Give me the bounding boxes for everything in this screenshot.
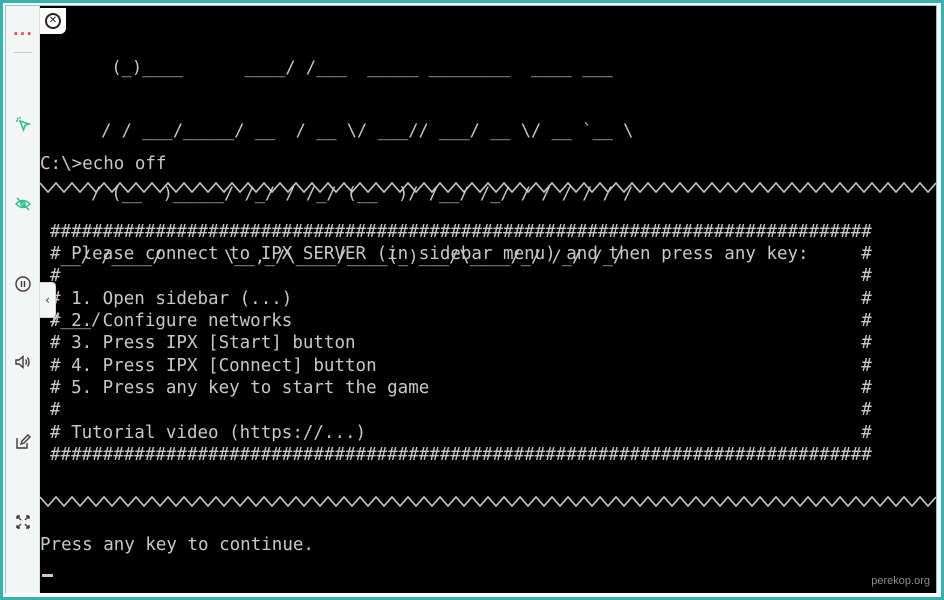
box-line: # 1. Open sidebar (...) #: [50, 289, 872, 309]
box-line: # Tutorial video (https://...) #: [50, 423, 872, 443]
edit-icon[interactable]: [6, 428, 40, 456]
box-line: ########################################…: [50, 445, 872, 465]
box-line: # 2. Configure networks #: [50, 311, 872, 331]
volume-icon[interactable]: [6, 348, 40, 376]
eye-off-icon[interactable]: [6, 190, 40, 218]
sidebar-collapse-tab[interactable]: ‹: [40, 282, 56, 318]
more-dots-icon[interactable]: ···: [6, 20, 40, 48]
box-line: # 3. Press IPX [Start] button #: [50, 333, 872, 353]
box-line: # 5. Press any key to start the game #: [50, 378, 872, 398]
text-cursor: [42, 574, 53, 577]
watermark: perekop.org: [871, 575, 930, 587]
box-line: # #: [50, 266, 872, 286]
chevron-left-icon: ‹: [45, 293, 50, 307]
prompt-line: C:\>echo off: [40, 154, 167, 174]
logo-line: (_)____ ____/ /___ _____ ________ ____ _…: [50, 58, 613, 78]
box-line: # Please connect to IPX SERVER (in sideb…: [50, 244, 872, 264]
box-line: # 4. Press IPX [Connect] button #: [50, 356, 872, 376]
box-line: ########################################…: [50, 222, 872, 242]
continue-prompt: Press any key to continue.: [40, 535, 314, 555]
sidebar: ···: [6, 6, 40, 593]
close-icon: ✕: [45, 13, 61, 29]
logo-line: / / ___/_____/ __ / __ \/ ___// ___/ __ …: [50, 121, 634, 141]
close-button[interactable]: ✕: [40, 8, 66, 34]
separator-bottom: [40, 495, 936, 508]
fullscreen-icon[interactable]: [6, 508, 40, 536]
box-line: # #: [50, 400, 872, 420]
pause-icon[interactable]: [6, 270, 40, 298]
dos-terminal-screen[interactable]: (_)____ ____/ /___ _____ ________ ____ _…: [40, 6, 936, 593]
separator-top: [40, 181, 936, 194]
sidebar-divider: [14, 52, 32, 53]
cursor-click-icon[interactable]: [6, 110, 40, 138]
